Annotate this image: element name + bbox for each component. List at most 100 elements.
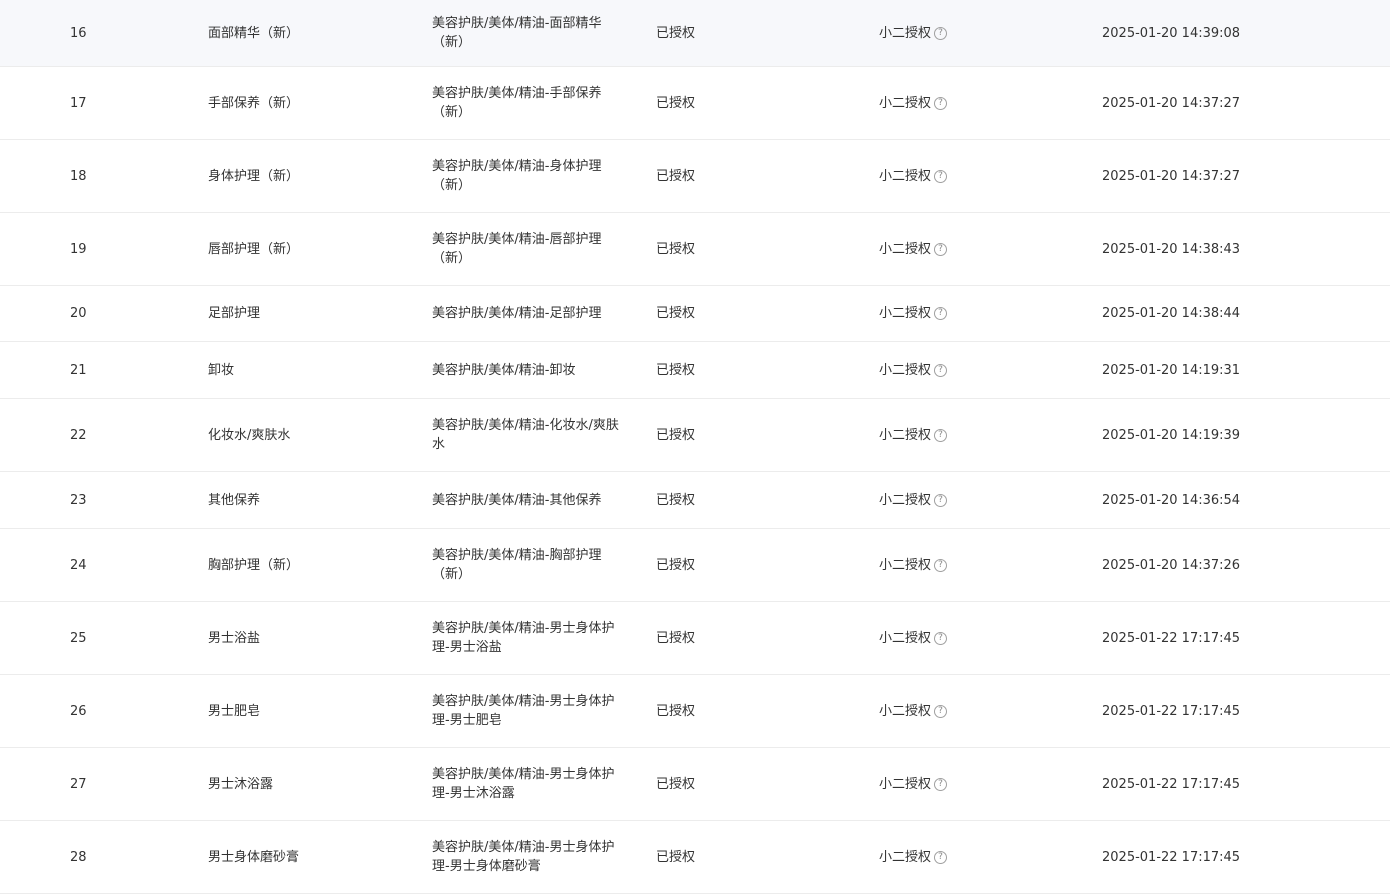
authorization-status: 已授权 [656, 849, 696, 865]
row-index: 17 [70, 95, 87, 111]
table-row[interactable]: 28 男士身体磨砂膏 美容护肤/美体/精油-男士身体护理-男士身体磨砂膏 已授权… [0, 821, 1390, 894]
help-circle-icon[interactable]: ? [934, 307, 948, 320]
help-circle-icon[interactable]: ? [934, 631, 948, 645]
authorization-time: 2025-01-20 14:37:27 [1102, 95, 1241, 111]
category-name: 男士肥皂 [208, 703, 261, 719]
authorization-time: 2025-01-20 14:39:08 [1102, 25, 1241, 41]
help-circle-icon[interactable]: ? [934, 169, 948, 183]
authorization-status: 已授权 [656, 776, 696, 792]
authorization-type: 小二授权 [879, 630, 932, 646]
authorization-type-cell: 小二授权? [879, 342, 1079, 398]
authorization-type: 小二授权 [879, 362, 932, 378]
authorization-type: 小二授权 [879, 241, 932, 257]
category-name: 身体护理（新） [208, 168, 300, 184]
table-row[interactable]: 16 面部精华（新） 美容护肤/美体/精油-面部精华（新） 已授权 小二授权? … [0, 0, 1390, 67]
authorization-status: 已授权 [656, 168, 696, 184]
category-path-cell: 美容护肤/美体/精油-男士身体护理-男士浴盐 [432, 602, 628, 674]
help-circle-icon[interactable]: ? [934, 850, 948, 864]
category-path: 美容护肤/美体/精油-男士身体护理-男士沐浴露 [432, 767, 615, 801]
table-row[interactable]: 23 其他保养 美容护肤/美体/精油-其他保养 已授权 小二授权? 2025-0… [0, 472, 1390, 529]
category-name: 其他保养 [208, 492, 261, 508]
help-circle-icon[interactable]: ? [934, 777, 948, 791]
category-name: 卸妆 [208, 362, 235, 378]
row-index: 21 [70, 362, 87, 378]
help-circle-icon[interactable]: ? [934, 26, 948, 40]
authorization-status: 已授权 [656, 362, 696, 378]
authorization-type-cell: 小二授权? [879, 675, 1079, 747]
table-row[interactable]: 18 身体护理（新） 美容护肤/美体/精油-身体护理（新） 已授权 小二授权? … [0, 140, 1390, 213]
authorization-status: 已授权 [656, 703, 696, 719]
category-path-cell: 美容护肤/美体/精油-男士身体护理-男士沐浴露 [432, 748, 628, 820]
authorization-time: 2025-01-20 14:38:44 [1102, 306, 1241, 321]
authorization-type: 小二授权 [879, 703, 932, 719]
authorization-type: 小二授权 [879, 306, 932, 321]
help-circle-icon[interactable]: ? [934, 558, 948, 572]
help-circle-icon[interactable]: ? [934, 363, 948, 377]
authorization-type-cell: 小二授权? [879, 213, 1079, 285]
category-path-cell: 美容护肤/美体/精油-足部护理 [432, 286, 628, 341]
authorization-type: 小二授权 [879, 168, 932, 184]
authorization-time: 2025-01-22 17:17:45 [1102, 776, 1241, 792]
authorization-time: 2025-01-20 14:37:26 [1102, 557, 1241, 573]
category-path: 美容护肤/美体/精油-化妆水/爽肤水 [432, 418, 619, 452]
authorization-status: 已授权 [656, 492, 696, 508]
table-row[interactable]: 19 唇部护理（新） 美容护肤/美体/精油-唇部护理（新） 已授权 小二授权? … [0, 213, 1390, 286]
help-circle-icon[interactable]: ? [934, 704, 948, 718]
table-row[interactable]: 26 男士肥皂 美容护肤/美体/精油-男士身体护理-男士肥皂 已授权 小二授权?… [0, 675, 1390, 748]
authorization-type-cell: 小二授权? [879, 529, 1079, 601]
help-circle-icon[interactable]: ? [934, 242, 948, 256]
authorization-type-cell: 小二授权? [879, 472, 1079, 528]
authorization-status: 已授权 [656, 306, 696, 321]
authorization-type-cell: 小二授权? [879, 602, 1079, 674]
category-path: 美容护肤/美体/精油-手部保养（新） [432, 86, 602, 120]
authorization-time: 2025-01-20 14:38:43 [1102, 241, 1241, 257]
category-path: 美容护肤/美体/精油-身体护理（新） [432, 159, 602, 193]
row-index: 24 [70, 557, 87, 573]
category-path: 美容护肤/美体/精油-足部护理 [432, 306, 602, 321]
row-index: 19 [70, 241, 87, 257]
category-path: 美容护肤/美体/精油-男士身体护理-男士肥皂 [432, 694, 615, 728]
category-name: 足部护理 [208, 306, 261, 321]
authorization-status: 已授权 [656, 25, 696, 41]
help-circle-icon[interactable]: ? [934, 428, 948, 442]
category-path: 美容护肤/美体/精油-面部精华（新） [432, 16, 602, 50]
category-path-cell: 美容护肤/美体/精油-唇部护理（新） [432, 213, 628, 285]
authorization-type: 小二授权 [879, 776, 932, 792]
table-row[interactable]: 27 男士沐浴露 美容护肤/美体/精油-男士身体护理-男士沐浴露 已授权 小二授… [0, 748, 1390, 821]
category-path-cell: 美容护肤/美体/精油-男士身体护理-男士肥皂 [432, 675, 628, 747]
authorization-time: 2025-01-22 17:17:45 [1102, 703, 1241, 719]
table-row[interactable]: 20 足部护理 美容护肤/美体/精油-足部护理 已授权 小二授权? 2025-0… [0, 286, 1390, 342]
authorization-status: 已授权 [656, 427, 696, 443]
table-row[interactable]: 21 卸妆 美容护肤/美体/精油-卸妆 已授权 小二授权? 2025-01-20… [0, 342, 1390, 399]
category-path-cell: 美容护肤/美体/精油-化妆水/爽肤水 [432, 399, 628, 471]
help-circle-icon[interactable]: ? [934, 493, 948, 507]
table-row[interactable]: 22 化妆水/爽肤水 美容护肤/美体/精油-化妆水/爽肤水 已授权 小二授权? … [0, 399, 1390, 472]
authorization-type: 小二授权 [879, 95, 932, 111]
category-path: 美容护肤/美体/精油-唇部护理（新） [432, 232, 602, 266]
row-index: 22 [70, 427, 87, 443]
authorization-time: 2025-01-20 14:19:39 [1102, 427, 1241, 443]
category-path-cell: 美容护肤/美体/精油-手部保养（新） [432, 67, 628, 139]
row-index: 20 [70, 306, 87, 321]
table-row[interactable]: 25 男士浴盐 美容护肤/美体/精油-男士身体护理-男士浴盐 已授权 小二授权?… [0, 602, 1390, 675]
table-row[interactable]: 24 胸部护理（新） 美容护肤/美体/精油-胸部护理（新） 已授权 小二授权? … [0, 529, 1390, 602]
authorization-time: 2025-01-22 17:17:45 [1102, 630, 1241, 646]
authorization-type-cell: 小二授权? [879, 399, 1079, 471]
help-circle-icon[interactable]: ? [934, 96, 948, 110]
authorization-status: 已授权 [656, 630, 696, 646]
authorization-type: 小二授权 [879, 25, 932, 41]
row-index: 26 [70, 703, 87, 719]
category-path-cell: 美容护肤/美体/精油-男士身体护理-男士身体磨砂膏 [432, 821, 628, 893]
category-name: 唇部护理（新） [208, 241, 300, 257]
row-index: 16 [70, 25, 87, 41]
category-path: 美容护肤/美体/精油-胸部护理（新） [432, 548, 602, 582]
authorization-type: 小二授权 [879, 492, 932, 508]
category-authorization-table: 16 面部精华（新） 美容护肤/美体/精油-面部精华（新） 已授权 小二授权? … [0, 0, 1390, 894]
category-path-cell: 美容护肤/美体/精油-其他保养 [432, 472, 628, 528]
row-index: 27 [70, 776, 87, 792]
authorization-type-cell: 小二授权? [879, 821, 1079, 893]
category-path-cell: 美容护肤/美体/精油-卸妆 [432, 342, 628, 398]
authorization-time: 2025-01-20 14:19:31 [1102, 362, 1241, 378]
table-row[interactable]: 17 手部保养（新） 美容护肤/美体/精油-手部保养（新） 已授权 小二授权? … [0, 67, 1390, 140]
authorization-status: 已授权 [656, 241, 696, 257]
